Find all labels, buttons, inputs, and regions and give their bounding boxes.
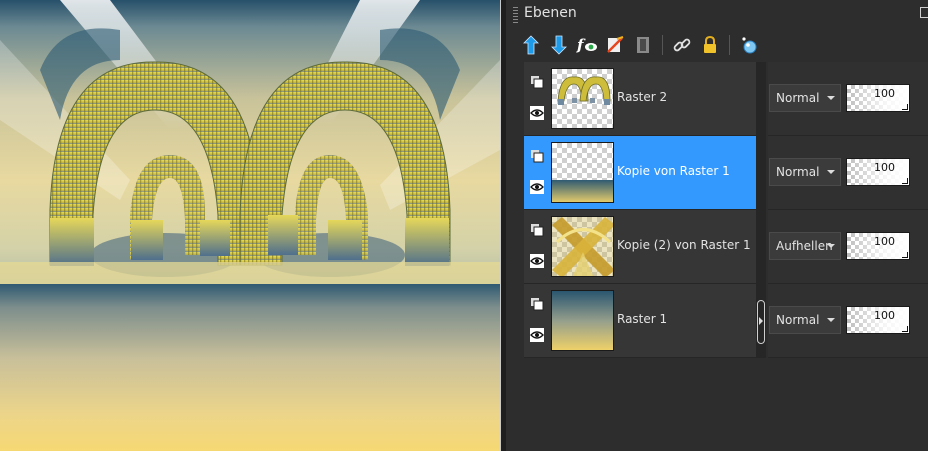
opacity-value: 100 — [874, 309, 895, 322]
chevron-down-icon — [827, 96, 835, 100]
panel-title: Ebenen — [524, 5, 577, 21]
blend-mode-dropdown[interactable]: Normal — [769, 158, 841, 186]
layer-properties-row: Normal 100 — [768, 136, 928, 210]
opacity-corner-mark — [902, 252, 908, 258]
blend-mode-dropdown[interactable]: Normal — [769, 306, 841, 334]
new-raster-layer-icon[interactable] — [520, 34, 542, 56]
layer-name: Raster 2 — [617, 90, 668, 104]
canvas-floor — [0, 284, 500, 451]
opacity-slider[interactable]: 100 — [846, 232, 910, 260]
opacity-corner-mark — [902, 104, 908, 110]
layer-item[interactable]: Raster 1 — [524, 284, 756, 358]
toolbar-divider — [662, 35, 663, 55]
raster-layer-type-icon[interactable] — [530, 223, 544, 237]
splitter-arrow-icon[interactable] — [759, 317, 763, 325]
layer-properties-row: Aufhellen 100 — [768, 210, 928, 284]
layer-thumbnail — [551, 142, 614, 203]
layer-effects-icon[interactable]: f — [576, 34, 598, 56]
opacity-slider[interactable]: 100 — [846, 84, 910, 112]
layer-thumbnail — [551, 216, 614, 277]
layers-toolbar: f — [520, 33, 766, 57]
visibility-eye-icon[interactable] — [530, 180, 544, 194]
blend-mode-value: Normal — [776, 165, 820, 179]
layer-name: Kopie von Raster 1 — [617, 164, 730, 178]
raster-layer-type-icon[interactable] — [530, 75, 544, 89]
layers-panel: Ebenen f Raster 2 Kopie von Raster 1 Kop… — [506, 0, 928, 451]
chevron-down-icon — [827, 318, 835, 322]
lock-icon[interactable] — [699, 34, 721, 56]
panel-maximize-icon[interactable] — [920, 7, 928, 18]
svg-text:f: f — [576, 36, 586, 54]
layer-item[interactable]: Kopie (2) von Raster 1 — [524, 210, 756, 284]
layer-name: Raster 1 — [617, 312, 668, 326]
delete-layer-icon[interactable] — [604, 34, 626, 56]
visibility-eye-icon[interactable] — [530, 106, 544, 120]
blend-mode-value: Normal — [776, 313, 820, 327]
blend-mode-value: Aufhellen — [776, 239, 833, 253]
raster-layer-type-icon[interactable] — [530, 149, 544, 163]
layer-properties-row: Normal 100 — [768, 62, 928, 136]
arches-thumbnail-graphic — [557, 76, 611, 105]
layer-properties-row: Normal 100 — [768, 284, 928, 358]
opacity-slider[interactable]: 100 — [846, 306, 910, 334]
layer-item-selected[interactable]: Kopie von Raster 1 — [524, 136, 756, 210]
opacity-value: 100 — [874, 161, 895, 174]
opacity-corner-mark — [902, 326, 908, 332]
gradient-thumbnail-graphic — [552, 291, 613, 350]
layer-properties-icon[interactable] — [738, 34, 760, 56]
layer-item[interactable]: Raster 2 — [524, 62, 756, 136]
layer-thumbnail — [551, 290, 614, 351]
toolbar-divider — [729, 35, 730, 55]
mask-icon[interactable] — [632, 34, 654, 56]
layer-name: Kopie (2) von Raster 1 — [617, 238, 751, 252]
layer-thumbnail — [551, 68, 614, 129]
new-vector-layer-icon[interactable] — [548, 34, 570, 56]
opacity-slider[interactable]: 100 — [846, 158, 910, 186]
raster-layer-type-icon[interactable] — [530, 297, 544, 311]
visibility-eye-icon[interactable] — [530, 254, 544, 268]
visibility-eye-icon[interactable] — [530, 328, 544, 342]
layer-properties-column: Normal 100 Normal 100 Aufhellen 100 Norm… — [768, 62, 928, 358]
image-canvas[interactable] — [0, 0, 500, 451]
blend-mode-dropdown[interactable]: Aufhellen — [769, 232, 841, 260]
link-layers-icon[interactable] — [671, 34, 693, 56]
blend-mode-dropdown[interactable]: Normal — [769, 84, 841, 112]
chevron-down-icon — [827, 170, 835, 174]
gradient-thumbnail-graphic — [552, 180, 613, 202]
layer-list: Raster 2 Kopie von Raster 1 Kopie (2) vo… — [524, 62, 756, 358]
blend-mode-value: Normal — [776, 91, 820, 105]
opacity-value: 100 — [874, 87, 895, 100]
golden-cross-thumbnail-graphic — [552, 217, 613, 276]
chevron-down-icon — [827, 244, 835, 248]
opacity-value: 100 — [874, 235, 895, 248]
panel-grip-handle[interactable] — [513, 7, 518, 23]
opacity-corner-mark — [902, 178, 908, 184]
